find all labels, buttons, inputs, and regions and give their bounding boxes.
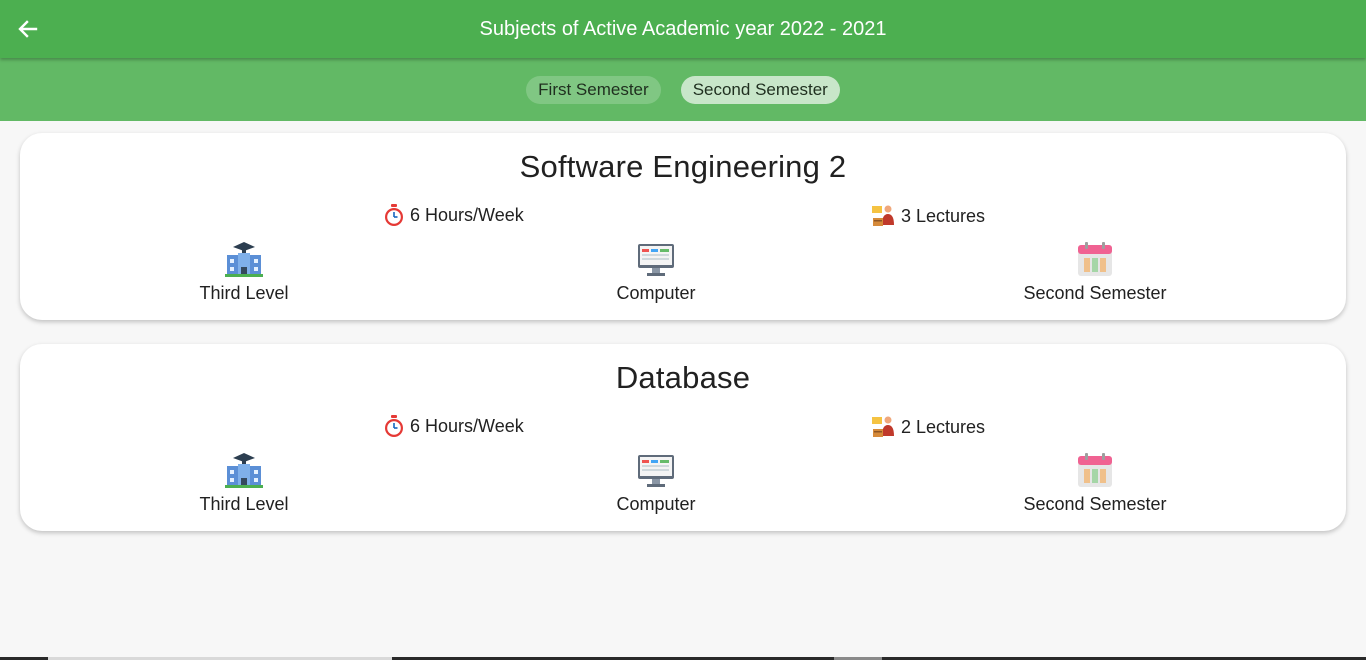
semester-label: Second Semester [1023,283,1167,303]
level-info: Third Level [124,452,364,515]
level-label: Third Level [199,494,289,514]
lectures-info: 3 Lectures [871,203,985,229]
lectures-label: 2 Lectures [901,416,986,437]
lectures-info: 2 Lectures [871,414,985,440]
page-title: Subjects of Active Academic year 2022 - … [479,18,887,40]
level-label: Third Level [199,283,289,303]
teacher-icon [872,205,894,226]
subject-title: Software Engineering 2 [519,149,847,184]
level-info: Third Level [124,241,364,304]
school-building-icon [225,242,263,277]
tab-first-semester[interactable]: First Semester [526,75,661,104]
hours-info: 6 Hours/Week [382,203,524,227]
app-bar: Subjects of Active Academic year 2022 - … [0,0,1366,58]
department-info: Computer [536,452,776,515]
hours-info: 6 Hours/Week [382,414,524,438]
semester-label: Second Semester [1023,494,1167,514]
department-info: Computer [536,241,776,304]
subject-card[interactable]: Database 6 Hours/Week 2 Lectures Third L… [20,344,1346,531]
stopwatch-icon [385,415,403,437]
calendar-icon [1078,453,1112,487]
school-building-icon [225,453,263,488]
hours-label: 6 Hours/Week [410,415,524,436]
semester-info: Second Semester [975,241,1215,304]
semester-tabs: First Semester Second Semester [0,58,1366,121]
teacher-icon [872,416,894,437]
department-label: Computer [616,283,696,303]
calendar-icon [1078,242,1112,276]
computer-monitor-icon [638,244,674,276]
semester-info: Second Semester [975,452,1215,515]
tab-second-semester[interactable]: Second Semester [680,75,840,104]
stopwatch-icon [385,204,403,226]
computer-monitor-icon [638,455,674,487]
subject-card[interactable]: Software Engineering 2 6 Hours/Week 3 Le… [20,133,1346,320]
department-label: Computer [616,494,696,514]
hours-label: 6 Hours/Week [410,204,524,225]
lectures-label: 3 Lectures [901,205,986,226]
subject-title: Database [615,360,751,395]
subject-list: Software Engineering 2 6 Hours/Week 3 Le… [20,133,1346,555]
